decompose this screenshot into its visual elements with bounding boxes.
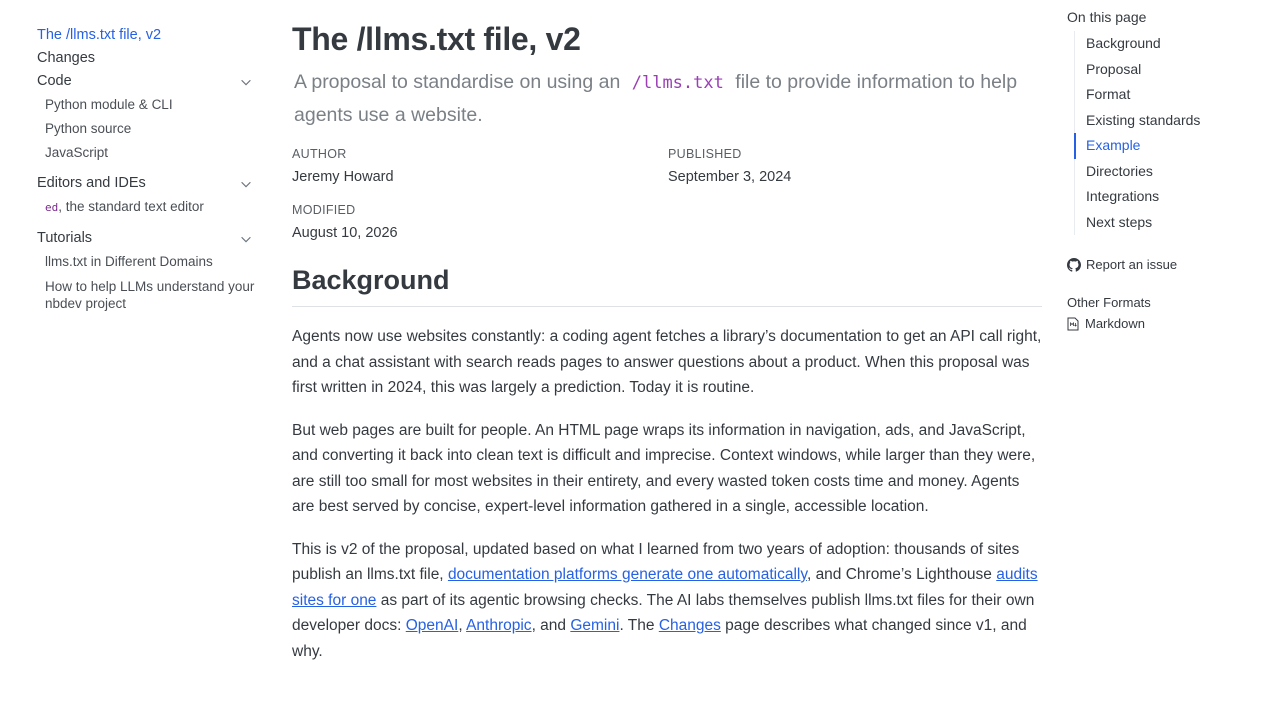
sidebar-link-changes[interactable]: Changes <box>37 47 255 70</box>
toc-item-directories[interactable]: Directories <box>1074 159 1267 185</box>
chevron-down-icon[interactable] <box>239 177 253 191</box>
modified-block: MODIFIED August 10, 2026 <box>292 201 675 244</box>
author-label: AUTHOR <box>292 147 347 161</box>
author-block: AUTHOR Jeremy Howard <box>292 145 668 188</box>
paragraph-text: , and <box>531 617 571 634</box>
link-documentation-platforms[interactable]: documentation platforms generate one aut… <box>448 566 807 583</box>
toc-item-proposal[interactable]: Proposal <box>1074 57 1267 83</box>
toc-item-background[interactable]: Background <box>1074 31 1267 57</box>
modified-date: August 10, 2026 <box>292 225 398 241</box>
toc-list: Background Proposal Format Existing stan… <box>1074 31 1267 235</box>
toc-item-next-steps[interactable]: Next steps <box>1074 210 1267 236</box>
published-label: PUBLISHED <box>668 147 742 161</box>
page-subtitle: A proposal to standardise on using an /l… <box>294 66 1044 131</box>
published-date: September 3, 2024 <box>668 169 792 185</box>
sidebar-item-python-source[interactable]: Python source <box>45 117 255 141</box>
section-heading-background: Background <box>292 262 1042 307</box>
published-block: PUBLISHED September 3, 2024 <box>668 145 1044 188</box>
chevron-down-icon[interactable] <box>239 232 253 246</box>
sidebar-item-javascript[interactable]: JavaScript <box>45 141 255 165</box>
sidebar-subitems-code: Python module & CLI Python source JavaSc… <box>37 93 255 165</box>
paragraph-text: , <box>458 617 467 634</box>
metadata-row: MODIFIED August 10, 2026 <box>292 201 1044 244</box>
table-of-contents: On this page Background Proposal Format … <box>1067 7 1267 331</box>
sidebar-section-editors[interactable]: Editors and IDEs <box>37 172 255 195</box>
paragraph-text: , and Chrome’s Lighthouse <box>806 566 997 583</box>
subtitle-text: A proposal to standardise on using an <box>294 71 621 93</box>
paragraph: This is v2 of the proposal, updated base… <box>292 537 1042 665</box>
toc-item-existing-standards[interactable]: Existing standards <box>1074 108 1267 134</box>
other-formats-title: Other Formats <box>1067 295 1151 310</box>
metadata-row: AUTHOR Jeremy Howard PUBLISHED September… <box>292 145 1044 188</box>
page-title: The /llms.txt file, v2 <box>292 21 581 57</box>
report-issue-label: Report an issue <box>1086 257 1178 272</box>
author-name: Jeremy Howard <box>292 169 394 185</box>
paragraph-text: . The <box>619 617 659 634</box>
markdown-format-link[interactable]: Markdown <box>1067 316 1267 331</box>
main-content: The /llms.txt file, v2 A proposal to sta… <box>292 18 1044 664</box>
toc-item-integrations[interactable]: Integrations <box>1074 184 1267 210</box>
sidebar-subitems-editors: ed, the standard text editor <box>37 195 255 220</box>
inline-code: /llms.txt <box>631 73 724 93</box>
sidebar-subitems-tutorials: llms.txt in Different Domains How to hel… <box>37 250 255 312</box>
sidebar-section-label: Editors and IDEs <box>37 175 146 191</box>
sidebar-item-different-domains[interactable]: llms.txt in Different Domains <box>45 250 255 274</box>
sidebar-section-code[interactable]: Code <box>37 70 255 93</box>
toc-item-format[interactable]: Format <box>1074 82 1267 108</box>
sidebar-item-ed-editor[interactable]: ed, the standard text editor <box>45 195 255 220</box>
sidebar-section-tutorials[interactable]: Tutorials <box>37 227 255 250</box>
sidebar-section-label: Code <box>37 73 72 89</box>
toc-item-example[interactable]: Example <box>1074 133 1267 159</box>
github-icon <box>1067 257 1081 272</box>
link-gemini[interactable]: Gemini <box>570 617 619 634</box>
paragraph: Agents now use websites constantly: a co… <box>292 328 1042 396</box>
markdown-file-icon <box>1067 317 1079 330</box>
sidebar-item-python-module[interactable]: Python module & CLI <box>45 93 255 117</box>
inline-code: ed <box>45 201 59 214</box>
link-anthropic[interactable]: Anthropic <box>466 617 531 634</box>
paragraph: But web pages are built for people. An H… <box>292 421 1036 516</box>
chevron-down-icon[interactable] <box>239 75 253 89</box>
sidebar: The /llms.txt file, v2 Changes Code Pyth… <box>37 24 255 319</box>
link-openai[interactable]: OpenAI <box>406 617 459 634</box>
link-changes[interactable]: Changes <box>659 617 721 634</box>
report-issue-link[interactable]: Report an issue <box>1067 257 1267 272</box>
toc-title: On this page <box>1067 9 1147 25</box>
modified-label: MODIFIED <box>292 203 356 217</box>
sidebar-item-label: , the standard text editor <box>58 199 204 214</box>
markdown-label: Markdown <box>1085 316 1145 331</box>
sidebar-link-llms-txt[interactable]: The /llms.txt file, v2 <box>37 24 255 47</box>
sidebar-section-label: Tutorials <box>37 230 93 246</box>
sidebar-item-nbdev[interactable]: How to help LLMs understand your nbdev p… <box>45 274 255 312</box>
